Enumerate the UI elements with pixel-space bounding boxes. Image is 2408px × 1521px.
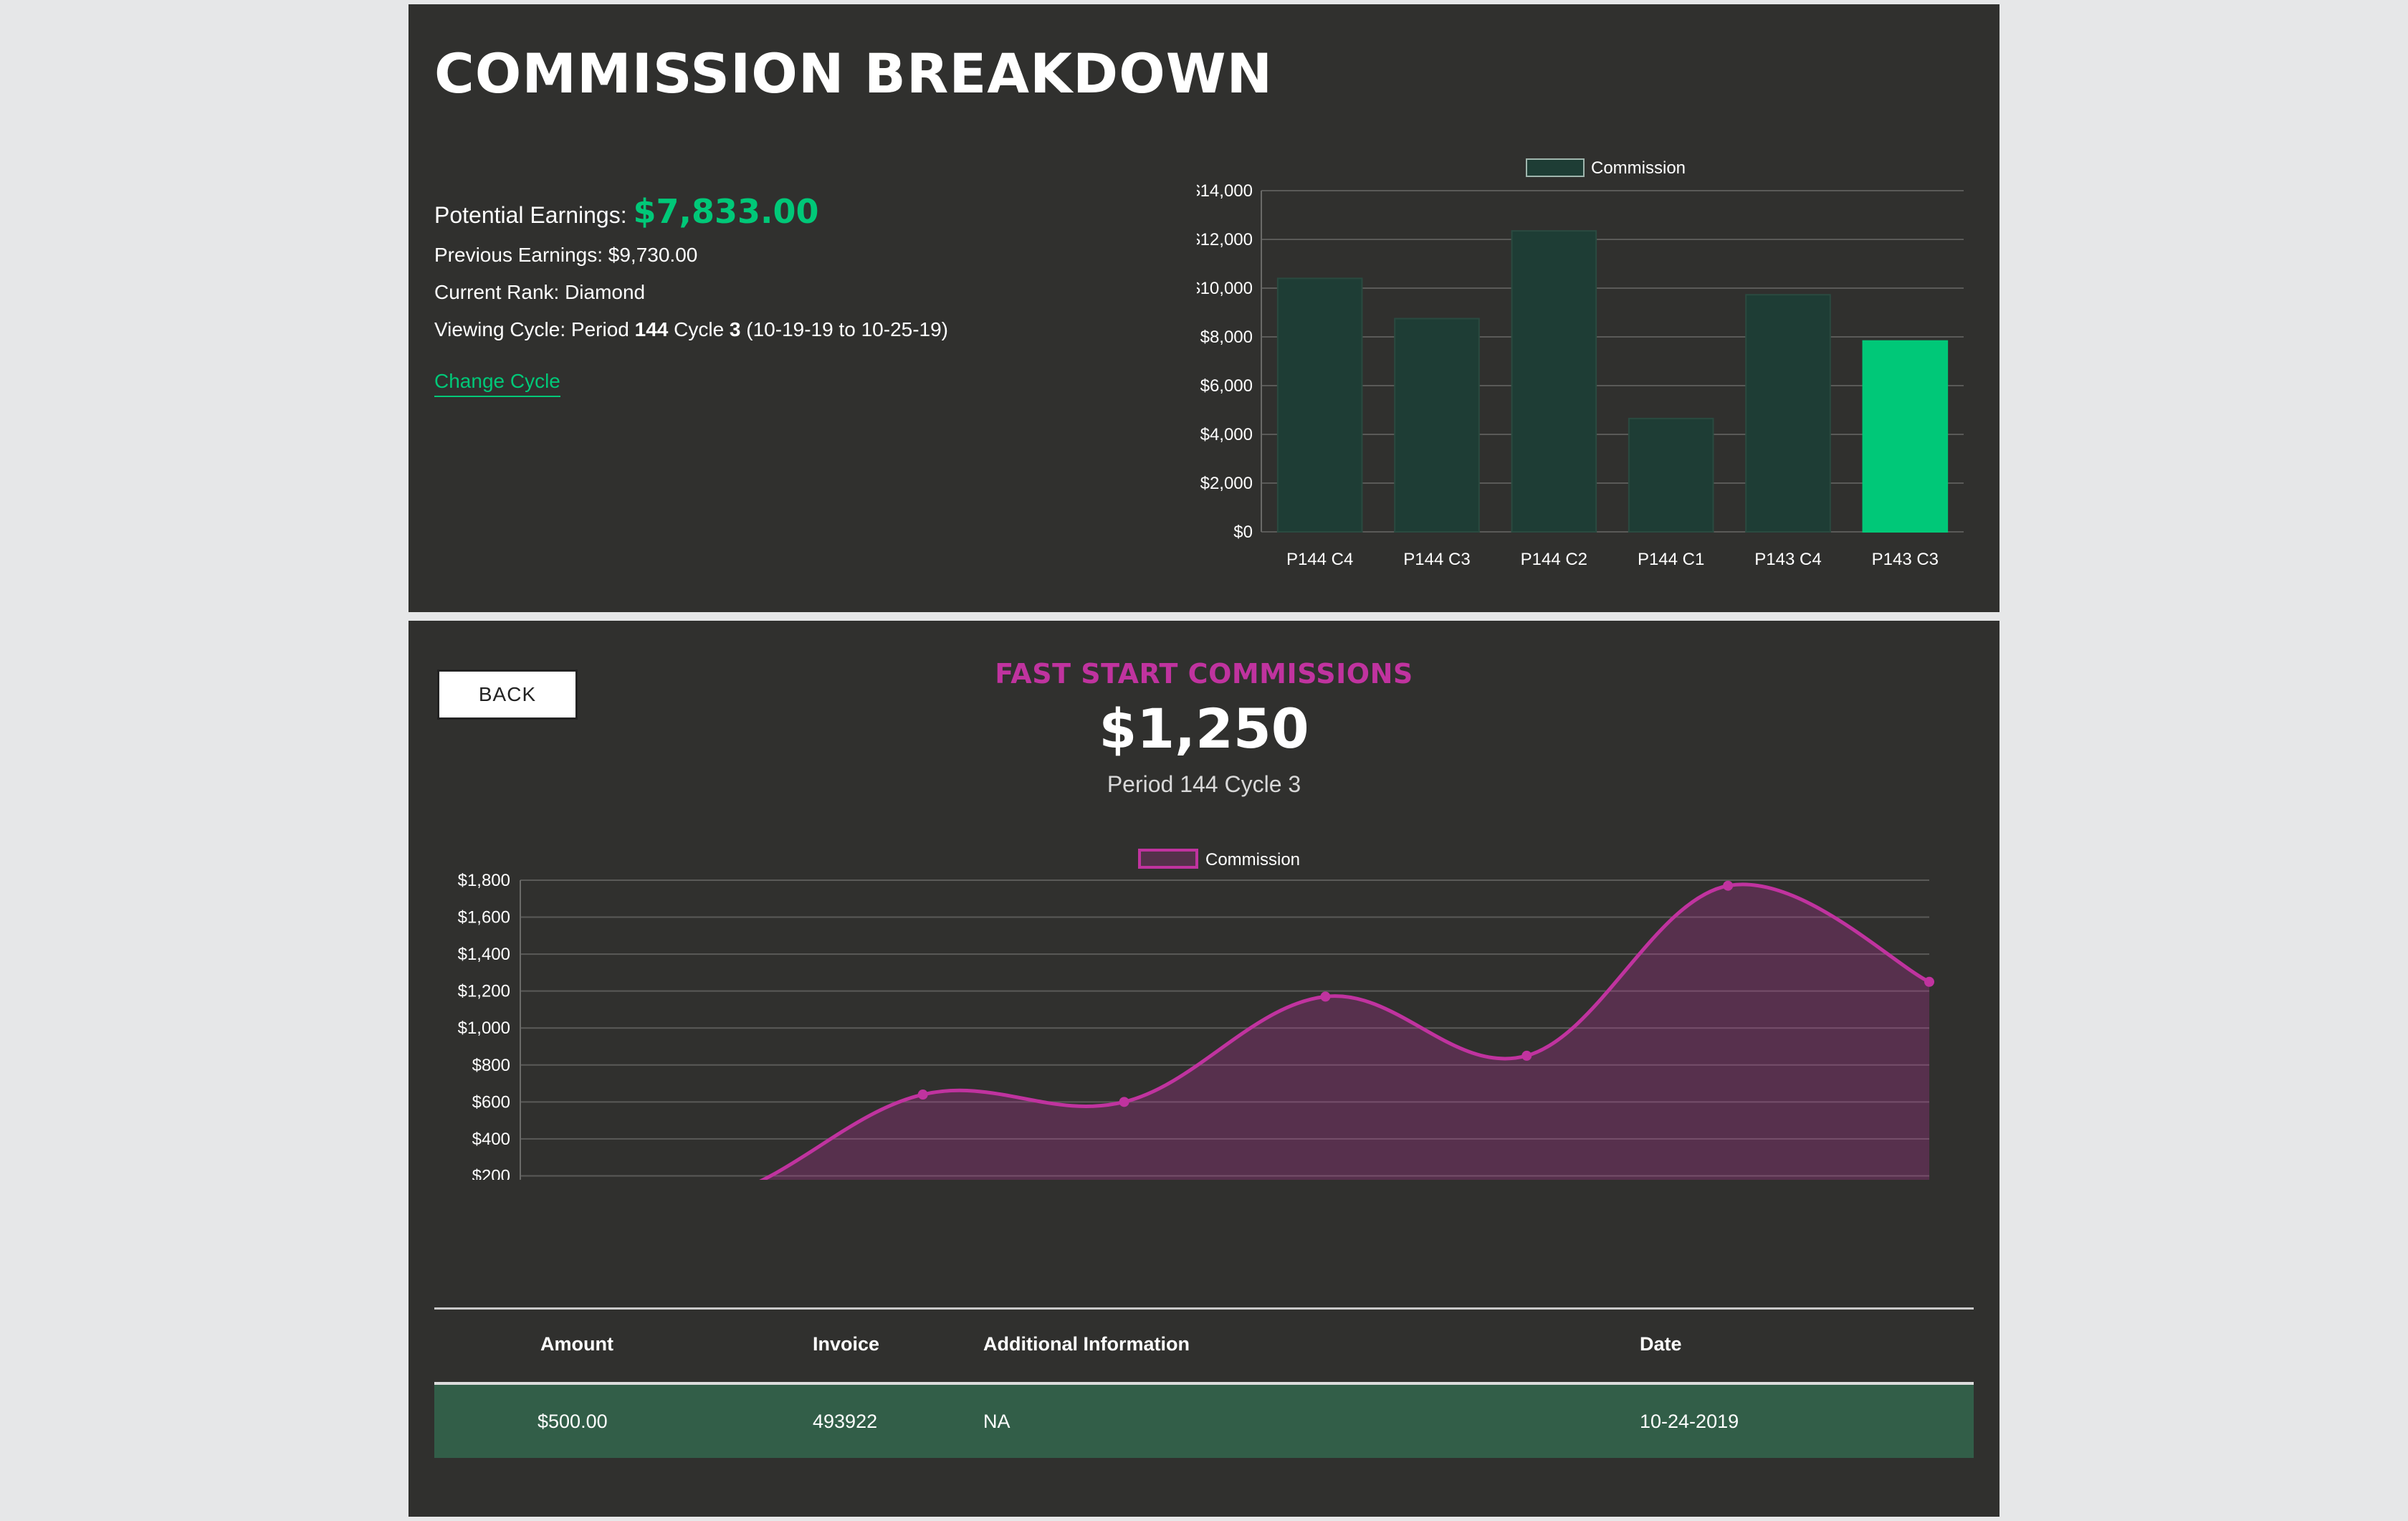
x-tick-label: P143 C3 [1872,550,1939,569]
bar [1628,417,1714,533]
viewing-suffix: (10-19-19 to 10-25-19) [740,318,949,340]
y-tick-label: $800 [472,1056,510,1075]
change-cycle-link[interactable]: Change Cycle [434,370,560,397]
table-row[interactable]: $500.00 493922 NA 10-24-2019 [434,1385,1974,1458]
commission-bar-chart: Commission $0 $2,000 $4,000 $6,000 $8,000 $10,… [1197,158,1964,569]
x-tick-label: P144 C2 [1521,550,1587,569]
potential-earnings-value: $7,833.00 [633,192,819,231]
data-point [917,1090,928,1100]
y-tick-label: $600 [472,1092,510,1112]
column-header-additional-info: Additional Information [983,1333,1190,1355]
viewing-period: 144 [634,318,669,340]
data-point [1924,976,1934,987]
section-amount: $1,250 [1099,697,1309,760]
data-point [1320,991,1331,1002]
legend-label: Commission [1591,158,1686,178]
y-tick-label: $8,000 [1200,328,1253,347]
legend-swatch [1526,158,1585,177]
x-tick-label: P144 C1 [1638,550,1704,569]
data-point [1723,880,1734,891]
current-rank: Current Rank: Diamond [434,281,646,303]
column-header-invoice: Invoice [813,1333,880,1355]
commission-summary-panel: COMMISSION BREAKDOWN Potential Earnings:… [408,4,2000,612]
y-tick-label: $1,800 [458,871,510,890]
y-tick-label: $1,000 [458,1019,510,1038]
viewing-prefix: Viewing Cycle: Period [434,318,635,340]
legend-swatch [1138,849,1198,869]
y-tick-label: $1,600 [458,908,510,928]
legend-label: Commission [1205,850,1300,869]
bar [1862,340,1949,533]
y-tick-label: $200 [472,1166,510,1180]
x-tick-label: P144 C4 [1286,550,1353,569]
bar [1511,230,1597,533]
cell-date: 10-24-2019 [1640,1411,1739,1432]
bar [1394,318,1480,533]
data-point [1119,1097,1129,1107]
column-header-date: Date [1640,1333,1682,1355]
x-tick-label: P144 C3 [1403,550,1470,569]
cell-amount: $500.00 [538,1411,608,1432]
bar [1276,277,1363,533]
y-tick-label: $6,000 [1200,376,1253,396]
y-tick-label: $400 [472,1130,510,1149]
y-tick-label: $4,000 [1200,425,1253,444]
y-tick-label: $12,000 [1197,230,1253,249]
commission-line-chart: Commission$0$200$400$600$800$1,000$1,200… [458,849,1934,1180]
bar [1745,294,1831,533]
viewing-cycle: Viewing Cycle: Period 144 Cycle 3 (10-19… [434,318,948,341]
data-point [1521,1050,1532,1061]
column-header-amount: Amount [540,1333,613,1355]
y-tick-label: $1,200 [458,982,510,1001]
cell-additional-info: NA [983,1411,1010,1432]
viewing-cycle-number: 3 [729,318,741,340]
table-top-divider [434,1307,1974,1310]
x-tick-label: P143 C4 [1754,550,1821,569]
y-tick-label: $1,400 [458,945,510,964]
y-tick-label: $2,000 [1200,474,1253,493]
y-tick-label: $0 [1233,523,1253,542]
viewing-mid: Cycle [668,318,730,340]
cell-invoice: 493922 [813,1411,878,1432]
section-period: Period 144 Cycle 3 [1107,771,1301,797]
page-title: COMMISSION BREAKDOWN [434,42,1274,105]
potential-earnings-label: Potential Earnings: [434,202,627,228]
commission-detail-panel: BACK FAST START COMMISSIONS $1,250 Perio… [408,621,2000,1517]
area-fill [763,884,1929,1180]
section-title: FAST START COMMISSIONS [995,658,1413,690]
previous-earnings: Previous Earnings: $9,730.00 [434,244,698,266]
y-tick-label: $14,000 [1197,181,1253,201]
y-tick-label: $10,000 [1197,279,1253,298]
potential-earnings: Potential Earnings: $7,833.00 [434,192,819,231]
